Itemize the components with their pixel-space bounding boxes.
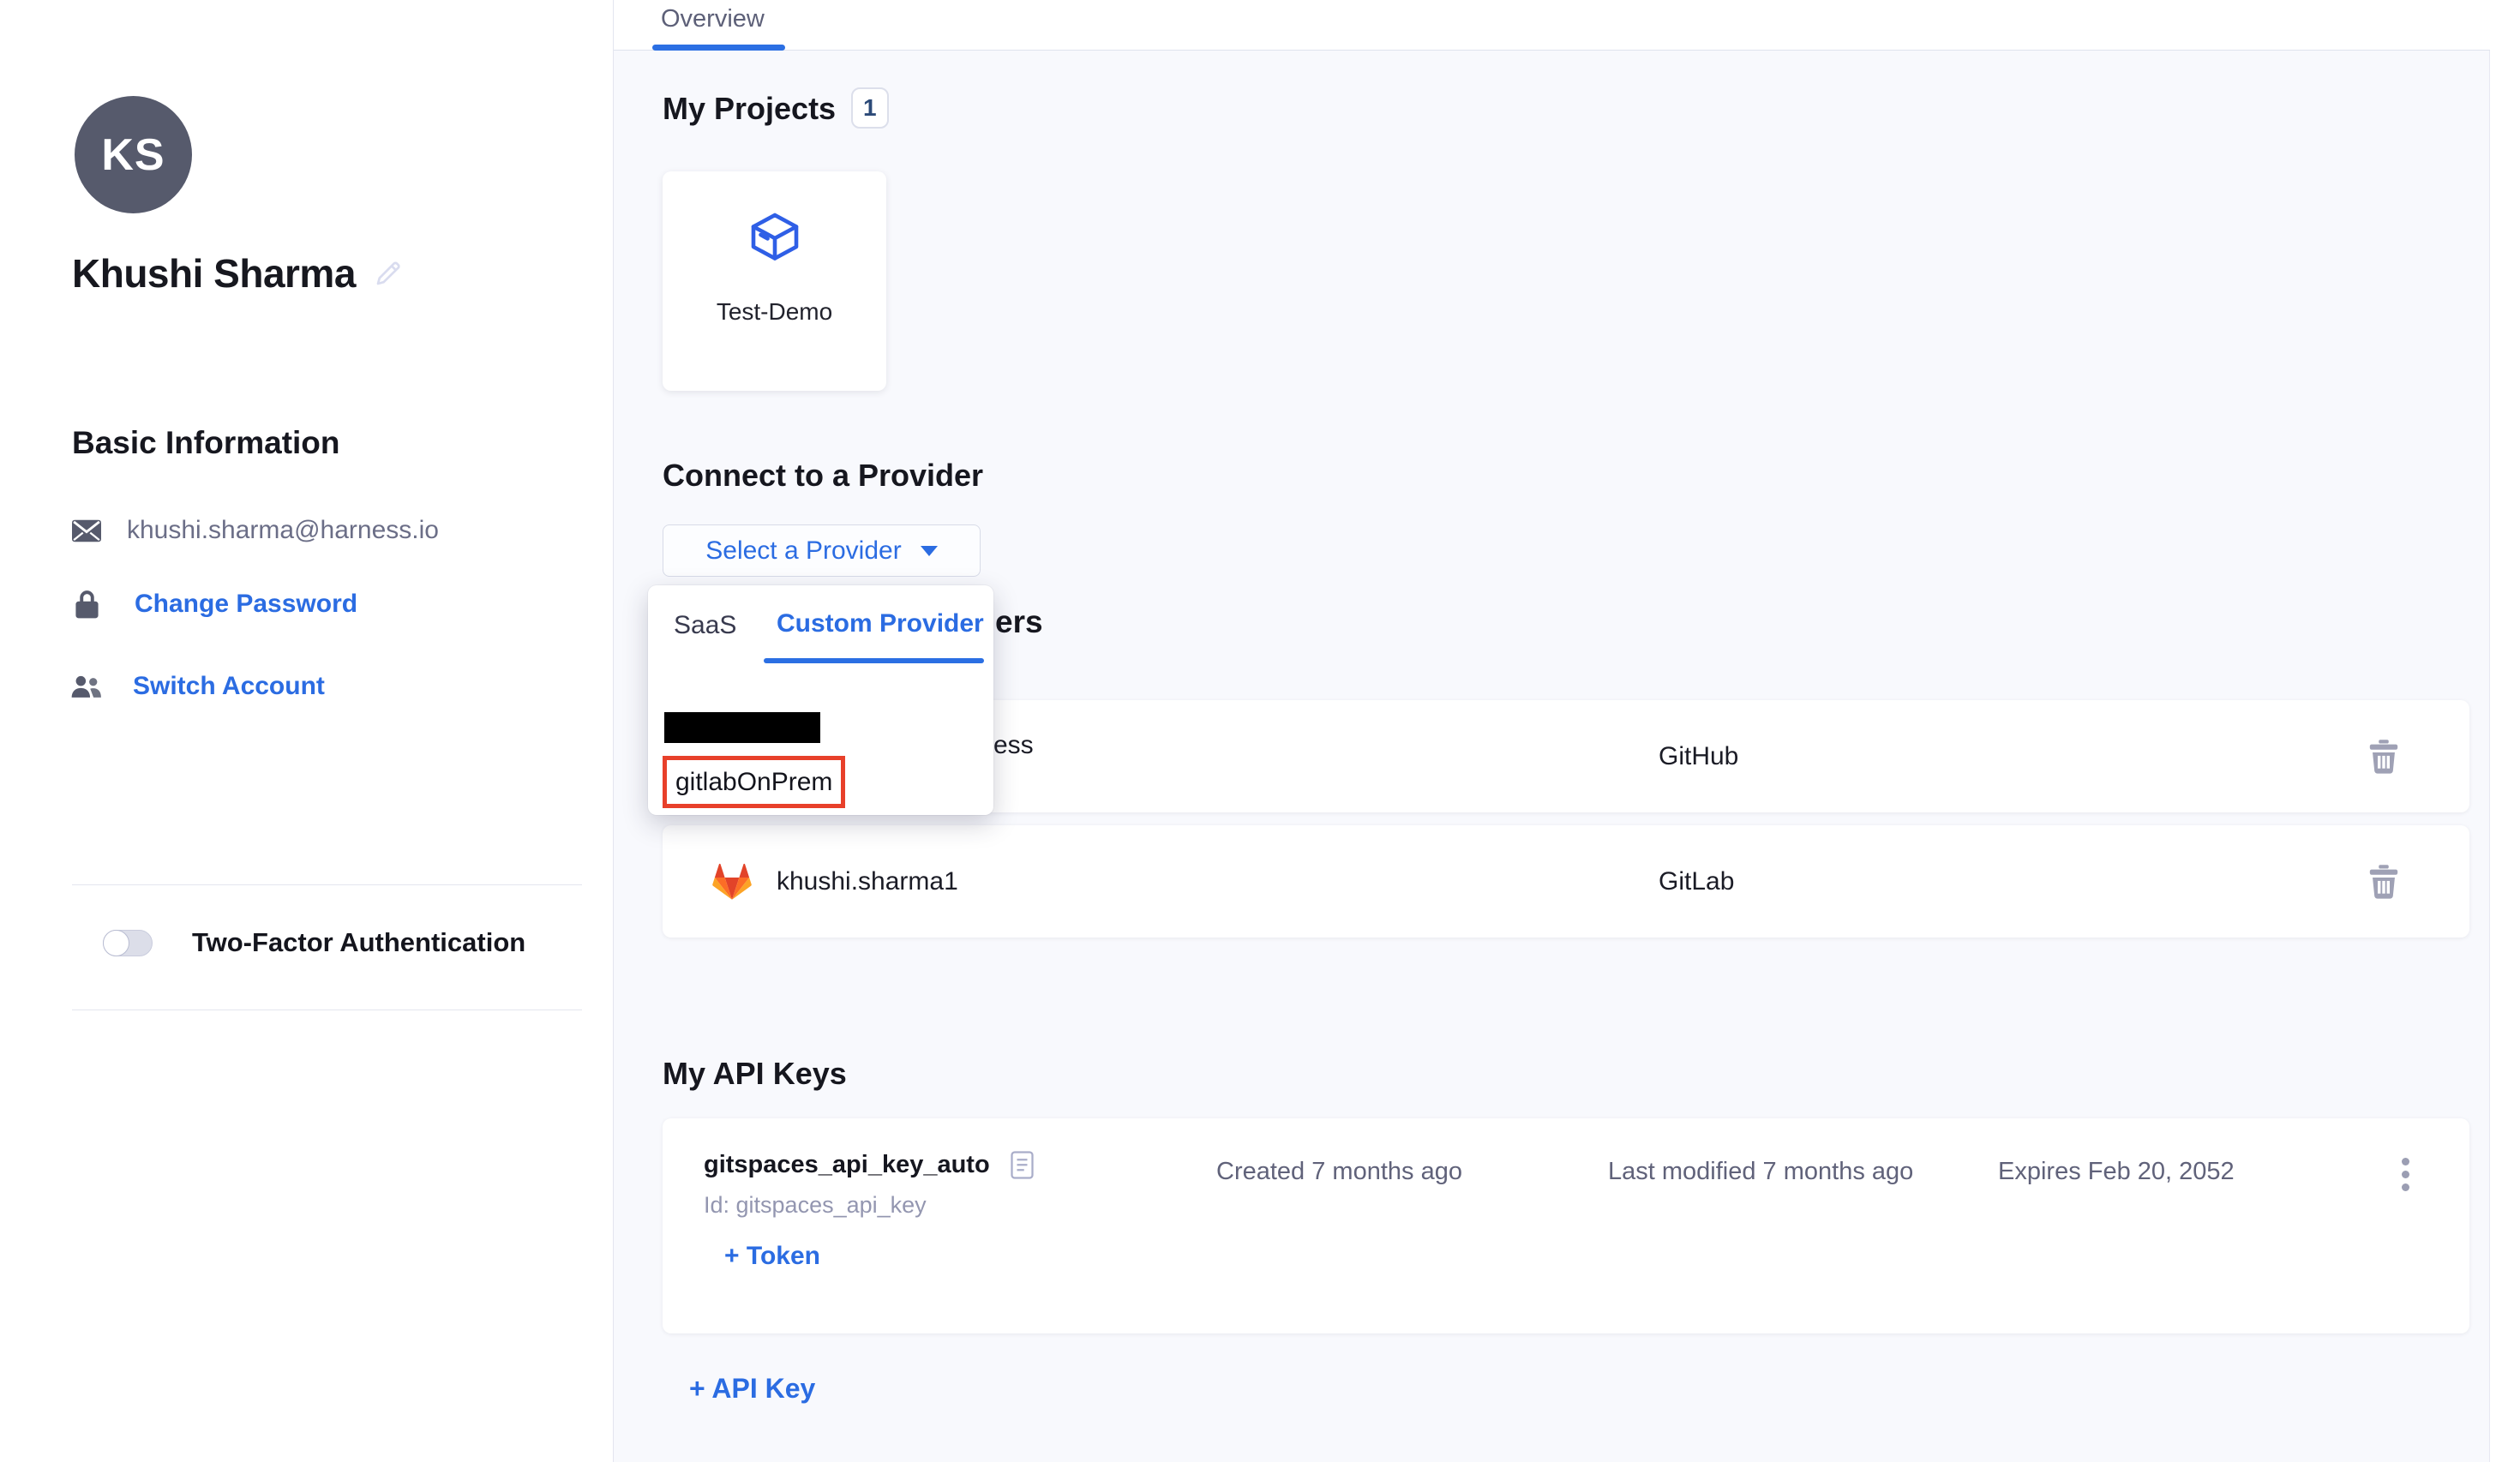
switch-account-icon bbox=[70, 674, 102, 699]
project-name: Test-Demo bbox=[717, 298, 832, 326]
provider-account-name: khushi.sharma1 bbox=[777, 867, 958, 896]
provider-type-label: GitHub bbox=[1659, 742, 1738, 771]
chevron-down-icon bbox=[921, 546, 938, 556]
tab-custom-provider[interactable]: Custom Provider bbox=[777, 609, 984, 638]
my-projects-title: My Projects bbox=[663, 91, 836, 127]
email-icon bbox=[72, 519, 101, 542]
change-password-link[interactable]: Change Password bbox=[135, 590, 357, 619]
select-provider-label: Select a Provider bbox=[705, 536, 901, 566]
api-key-card: gitspaces_api_key_auto Id: gitspaces_api… bbox=[663, 1118, 2469, 1333]
add-token-link[interactable]: + Token bbox=[724, 1242, 820, 1271]
main-content: Overview My Projects 1 Test-Demo Connect… bbox=[613, 0, 2520, 1462]
avatar: KS bbox=[75, 96, 192, 213]
provider-name-partial: ess bbox=[993, 731, 1034, 760]
my-api-keys-title: My API Keys bbox=[663, 1056, 847, 1092]
api-key-name-row: gitspaces_api_key_auto bbox=[704, 1151, 1034, 1179]
project-cube-icon bbox=[747, 209, 802, 264]
two-factor-row: Two-Factor Authentication bbox=[103, 927, 525, 958]
api-key-id: Id: gitspaces_api_key bbox=[704, 1192, 927, 1219]
api-key-name: gitspaces_api_key_auto bbox=[704, 1151, 990, 1179]
provider-dropdown: SaaS Custom Provider gitlabOnPrem bbox=[648, 585, 993, 815]
provider-type-label: GitLab bbox=[1659, 867, 1734, 896]
switch-account-row[interactable]: Switch Account bbox=[70, 672, 325, 701]
basic-information-title: Basic Information bbox=[72, 425, 340, 461]
tab-saas[interactable]: SaaS bbox=[674, 611, 736, 640]
project-card[interactable]: Test-Demo bbox=[663, 171, 886, 391]
provider-row-gitlab: khushi.sharma1 GitLab bbox=[663, 825, 2469, 938]
api-key-expires: Expires Feb 20, 2052 bbox=[1998, 1158, 2235, 1186]
copy-icon[interactable] bbox=[1011, 1151, 1034, 1179]
add-api-key-link[interactable]: + API Key bbox=[689, 1373, 815, 1405]
email-row: khushi.sharma@harness.io bbox=[72, 516, 439, 545]
lock-icon bbox=[75, 590, 99, 619]
user-name-row: Khushi Sharma bbox=[72, 250, 404, 297]
scrollbar-track[interactable] bbox=[2489, 0, 2520, 1462]
active-tab-indicator bbox=[652, 45, 785, 51]
api-key-modified: Last modified 7 months ago bbox=[1608, 1158, 1913, 1186]
sidebar-divider-top bbox=[72, 884, 582, 885]
tab-overview[interactable]: Overview bbox=[661, 5, 765, 33]
provider-option-gitlabonprem[interactable]: gitlabOnPrem bbox=[675, 768, 832, 797]
connect-provider-title: Connect to a Provider bbox=[663, 458, 983, 494]
avatar-initials: KS bbox=[101, 129, 165, 181]
delete-provider-icon[interactable] bbox=[2368, 865, 2399, 899]
profile-page: KS Khushi Sharma Basic Information khush… bbox=[0, 0, 2520, 1462]
delete-provider-icon[interactable] bbox=[2368, 740, 2399, 774]
change-password-row[interactable]: Change Password bbox=[75, 590, 357, 619]
profile-sidebar: KS Khushi Sharma Basic Information khush… bbox=[0, 0, 613, 1462]
edit-name-icon[interactable] bbox=[373, 258, 404, 289]
gitlab-logo-icon bbox=[712, 863, 752, 901]
select-provider-button[interactable]: Select a Provider bbox=[663, 524, 981, 577]
redacted-provider-item[interactable] bbox=[664, 712, 820, 743]
user-email: khushi.sharma@harness.io bbox=[127, 516, 439, 545]
toggle-knob bbox=[103, 930, 129, 956]
two-factor-label: Two-Factor Authentication bbox=[192, 927, 525, 958]
switch-account-link[interactable]: Switch Account bbox=[133, 672, 325, 701]
projects-count-badge: 1 bbox=[851, 87, 889, 129]
tab-bar: Overview bbox=[614, 0, 2490, 51]
api-key-created: Created 7 months ago bbox=[1216, 1158, 1462, 1186]
user-name: Khushi Sharma bbox=[72, 250, 356, 297]
providers-heading-partial: ers bbox=[995, 604, 1043, 640]
annotation-highlight-box: gitlabOnPrem bbox=[663, 756, 845, 808]
api-key-menu-icon[interactable] bbox=[2398, 1154, 2413, 1195]
dropdown-active-tab-indicator bbox=[764, 658, 984, 663]
two-factor-toggle[interactable] bbox=[103, 930, 153, 956]
